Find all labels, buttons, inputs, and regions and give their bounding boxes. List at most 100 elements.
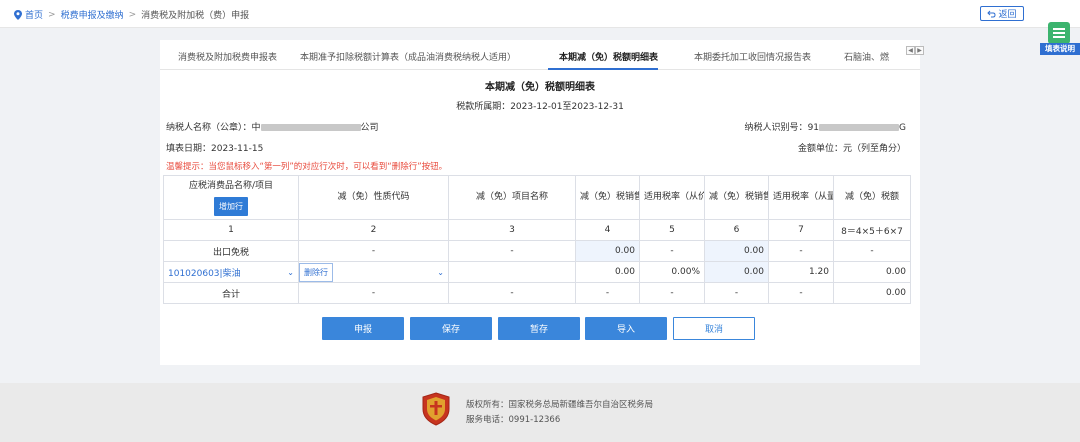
document-icon <box>1048 22 1070 44</box>
header-tax-amount: 减（免）税额 <box>833 175 911 220</box>
tab-main-declaration[interactable]: 消费税及附加税费申报表 <box>178 50 277 63</box>
import-button[interactable]: 导入 <box>585 317 667 340</box>
declare-button[interactable]: 申报 <box>322 317 404 340</box>
scroll-right-icon[interactable]: ▶ <box>915 46 924 55</box>
table-cell: - <box>704 282 769 304</box>
tab-naphtha[interactable]: 石脑油、燃 <box>844 50 896 63</box>
nature-code-select[interactable]: 删除行 ⌄ <box>298 261 449 283</box>
product-select-value: 101020603|柴油 <box>168 268 241 279</box>
diesel-row: 101020603|柴油 ⌄ 删除行 ⌄ 0.00 0.00% 0.00 1.2… <box>163 261 911 283</box>
col-number: 6 <box>704 219 769 241</box>
delete-row-button[interactable]: 删除行 <box>299 262 333 282</box>
table-cell: - <box>448 240 576 262</box>
tab-scroll-controls: ◀ ▶ <box>906 46 924 55</box>
breadcrumb-tax-declaration[interactable]: 税费申报及缴纳 <box>61 8 124 21</box>
item-name-cell <box>448 261 576 283</box>
cancel-button[interactable]: 取消 <box>673 317 755 340</box>
masked-text <box>819 124 900 131</box>
back-button-label: 返回 <box>998 10 1017 20</box>
diesel-ad-valorem-rate: 0.00% <box>639 261 705 283</box>
back-button[interactable]: 返回 <box>980 6 1024 21</box>
col-number: 5 <box>639 219 705 241</box>
table-cell: 合计 <box>163 282 299 304</box>
tab-exemption-detail[interactable]: 本期减（免）税额明细表 <box>559 50 658 63</box>
active-tab-indicator <box>548 68 658 70</box>
breadcrumb-home[interactable]: 首页 <box>25 8 43 21</box>
taxpayer-id-label: 纳税人识别号： <box>744 123 808 133</box>
form-title: 本期减（免）税额明细表 <box>485 82 595 93</box>
diesel-sales[interactable]: 0.00 <box>575 261 640 283</box>
breadcrumb-separator: > <box>48 9 56 20</box>
taxpayer-id: 纳税人识别号：91 G <box>745 120 906 133</box>
taxpayer-name: 纳税人名称（公章）：中 公司 <box>166 120 379 133</box>
col-number: 2 <box>298 219 449 241</box>
temp-save-button[interactable]: 暂存 <box>498 317 580 340</box>
tax-bureau-emblem-icon <box>422 392 450 426</box>
header-nature-code: 减（免）性质代码 <box>298 175 449 220</box>
diesel-specific-rate: 1.20 <box>768 261 834 283</box>
form-tabs: 消费税及附加税费申报表 本期准予扣除税额计算表（成品油消费税纳税人适用） 本期减… <box>160 40 924 70</box>
taxpayer-name-prefix: 中 <box>251 123 261 133</box>
header-ad-valorem-rate: 适用税率（从价定率） <box>639 175 705 220</box>
column-number-row: 1 2 3 4 5 6 7 8＝4×5＋6×7 <box>163 219 911 241</box>
table-cell: - <box>298 240 449 262</box>
header-specific-rate: 适用税率（从量定额） <box>768 175 834 220</box>
scroll-left-icon[interactable]: ◀ <box>906 46 915 55</box>
diesel-tax-amount: 0.00 <box>833 261 911 283</box>
table-cell: - <box>833 240 911 262</box>
fill-instructions-label: 填表说明 <box>1040 43 1080 55</box>
export-sales-input[interactable]: 0.00 <box>575 240 640 262</box>
header-product: 应税消费品名称/项目 <box>188 181 274 191</box>
table-header-row: 应税消费品名称/项目 增加行 减（免）性质代码 减（免）项目名称 减（免）税销售… <box>163 175 911 220</box>
taxpayer-id-suffix: G <box>899 123 906 133</box>
add-row-button[interactable]: 增加行 <box>214 197 248 216</box>
header-cell: 应税消费品名称/项目 增加行 <box>163 175 299 220</box>
total-row: 合计 - - - - - - 0.00 <box>163 282 911 304</box>
table-cell: - <box>575 282 640 304</box>
taxpayer-name-label: 纳税人名称（公章）： <box>166 123 252 133</box>
table-cell: 出口免税 <box>163 240 299 262</box>
form-panel: 消费税及附加税费申报表 本期准予扣除税额计算表（成品油消费税纳税人适用） 本期减… <box>160 40 924 365</box>
col-number: 4 <box>575 219 640 241</box>
breadcrumb-current: 消费税及附加税（费）申报 <box>141 11 250 21</box>
diesel-quantity-input[interactable]: 0.00 <box>704 261 769 283</box>
top-bar: 首页 > 税费申报及缴纳 > 消费税及附加税（费）申报 返回 <box>0 0 1080 28</box>
export-exemption-row: 出口免税 - - 0.00 - 0.00 - - <box>163 240 911 262</box>
product-select[interactable]: 101020603|柴油 ⌄ <box>163 261 299 283</box>
table-cell: - <box>448 282 576 304</box>
chevron-down-icon: ⌄ <box>287 267 294 277</box>
table-cell: - <box>768 240 834 262</box>
table-cell: - <box>298 282 449 304</box>
return-arrow-icon <box>987 10 996 17</box>
breadcrumb-separator: > <box>128 9 137 20</box>
total-tax-amount: 0.00 <box>833 282 911 304</box>
chevron-down-icon: ⌄ <box>437 267 444 277</box>
save-button[interactable]: 保存 <box>410 317 492 340</box>
col-number: 1 <box>163 219 299 241</box>
tax-period: 税款所属期：2023-12-01至2023-12-31 <box>456 102 624 112</box>
table-cell: - <box>639 240 705 262</box>
location-pin-icon <box>14 9 22 20</box>
copyright-text: 版权所有：国家税务总局新疆维吾尔自治区税务局 <box>466 400 654 410</box>
exemption-table: 应税消费品名称/项目 增加行 减（免）性质代码 减（免）项目名称 减（免）税销售… <box>163 175 911 304</box>
warm-tip: 温馨提示：当您鼠标移入“第一列”的对应行次时，可以看到“删除行”按钮。 <box>166 162 448 172</box>
header-item-name: 减（免）项目名称 <box>448 175 576 220</box>
header-sales-amount: 减（免）税销售额 <box>575 175 640 220</box>
footer-info: 版权所有：国家税务总局新疆维吾尔自治区税务局 服务电话：0991-12366 <box>466 398 653 428</box>
table-cell: - <box>639 282 705 304</box>
table-cell: - <box>768 282 834 304</box>
masked-text <box>260 124 361 131</box>
breadcrumb: 首页 > 税费申报及缴纳 > 消费税及附加税（费）申报 <box>14 8 249 21</box>
tab-deduction-calc[interactable]: 本期准予扣除税额计算表（成品油消费税纳税人适用） <box>300 50 516 63</box>
amount-unit: 金额单位：元（列至角分） <box>797 144 906 154</box>
export-quantity-input[interactable]: 0.00 <box>704 240 769 262</box>
fill-date: 填表日期：2023-11-15 <box>166 144 264 154</box>
col-number: 8＝4×5＋6×7 <box>833 219 911 241</box>
header-sales-quantity: 减（免）税销售数量 <box>704 175 769 220</box>
footer: 版权所有：国家税务总局新疆维吾尔自治区税务局 服务电话：0991-12366 <box>0 383 1080 442</box>
taxpayer-id-prefix: 91 <box>807 123 820 133</box>
taxpayer-name-suffix: 公司 <box>360 123 379 133</box>
tab-processing-report[interactable]: 本期委托加工收回情况报告表 <box>694 50 811 63</box>
col-number: 7 <box>768 219 834 241</box>
service-phone: 服务电话：0991-12366 <box>466 415 561 425</box>
